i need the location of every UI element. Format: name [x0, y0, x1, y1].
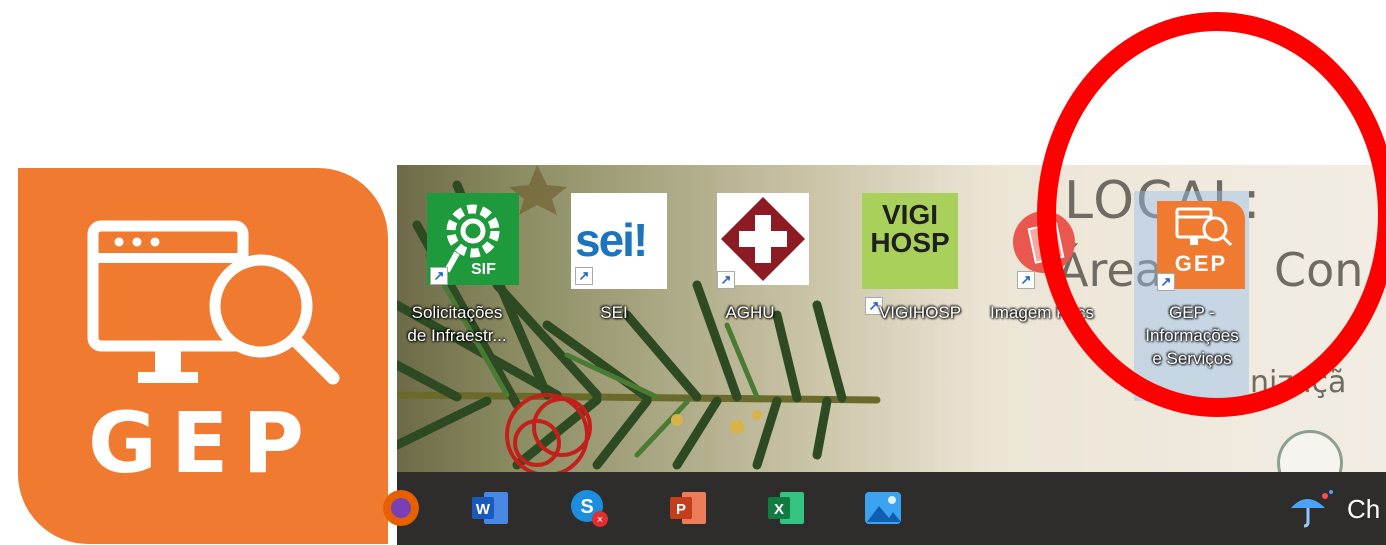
- svg-text:W: W: [476, 501, 491, 518]
- annotation-circle: [1037, 12, 1386, 417]
- svg-text:S: S: [580, 496, 593, 518]
- svg-text:P: P: [676, 501, 686, 518]
- shortcut-arrow-icon: ↗: [430, 267, 448, 285]
- vigihosp-icon: VIGI HOSP: [862, 193, 958, 289]
- shortcut-arrow-icon: ↗: [575, 267, 593, 285]
- weather-text: Ch: [1347, 494, 1381, 524]
- gep-logo-text: GEP: [88, 394, 318, 492]
- skype-icon[interactable]: S ×: [569, 488, 609, 528]
- svg-text:×: ×: [597, 514, 603, 526]
- firefox-icon[interactable]: [381, 488, 421, 528]
- word-icon[interactable]: W: [470, 488, 510, 528]
- excel-icon[interactable]: X: [766, 488, 806, 528]
- powerpoint-icon[interactable]: P: [668, 488, 708, 528]
- monitor-search-icon: [87, 220, 340, 385]
- photos-icon[interactable]: [863, 488, 903, 528]
- gep-logo: GEP: [18, 168, 388, 544]
- shortcut-arrow-icon: ↗: [1017, 271, 1035, 289]
- taskbar: W S × P X Ch: [383, 472, 1386, 545]
- weather-umbrella-icon[interactable]: [1287, 488, 1333, 528]
- svg-text:X: X: [774, 501, 784, 518]
- shortcut-arrow-icon: ↗: [717, 271, 735, 289]
